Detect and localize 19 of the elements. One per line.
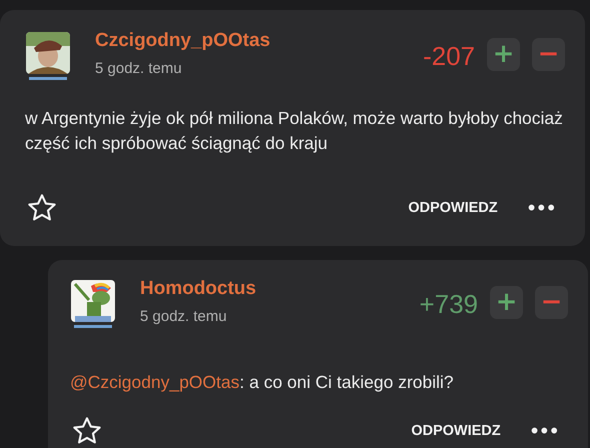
comment-text: @Czcigodny_pOOtas: a co oni Ci takiego zrobili? [70, 371, 455, 394]
downvote-button[interactable]: − [535, 286, 568, 319]
username[interactable]: Czcigodny_pOOtas [95, 30, 423, 52]
reply-button[interactable]: ODPOWIEDZ [408, 200, 498, 216]
score: +739 [419, 289, 478, 320]
avatar-underline [74, 325, 112, 328]
upvote-button[interactable]: + [487, 38, 520, 71]
timestamp: 5 godz. temu [95, 60, 183, 77]
more-button[interactable]: ••• [528, 419, 558, 443]
comment-text: w Argentynie żyje ok pół miliona Polaków, może warto byłoby chociaż część ich spróbować ściągnąć do kraju [25, 107, 564, 155]
mention-link[interactable]: @Czcigodny_pOOtas [70, 372, 240, 392]
timestamp: 5 godz. temu [140, 308, 228, 325]
downvote-button[interactable]: − [532, 38, 565, 71]
avatar-underline [29, 77, 67, 80]
score: -207 [422, 41, 475, 72]
more-button[interactable]: ••• [526, 196, 555, 220]
username[interactable]: Homodoctus [140, 278, 420, 300]
upvote-button[interactable]: + [490, 286, 523, 319]
reply-button[interactable]: ODPOWIEDZ [411, 423, 501, 439]
